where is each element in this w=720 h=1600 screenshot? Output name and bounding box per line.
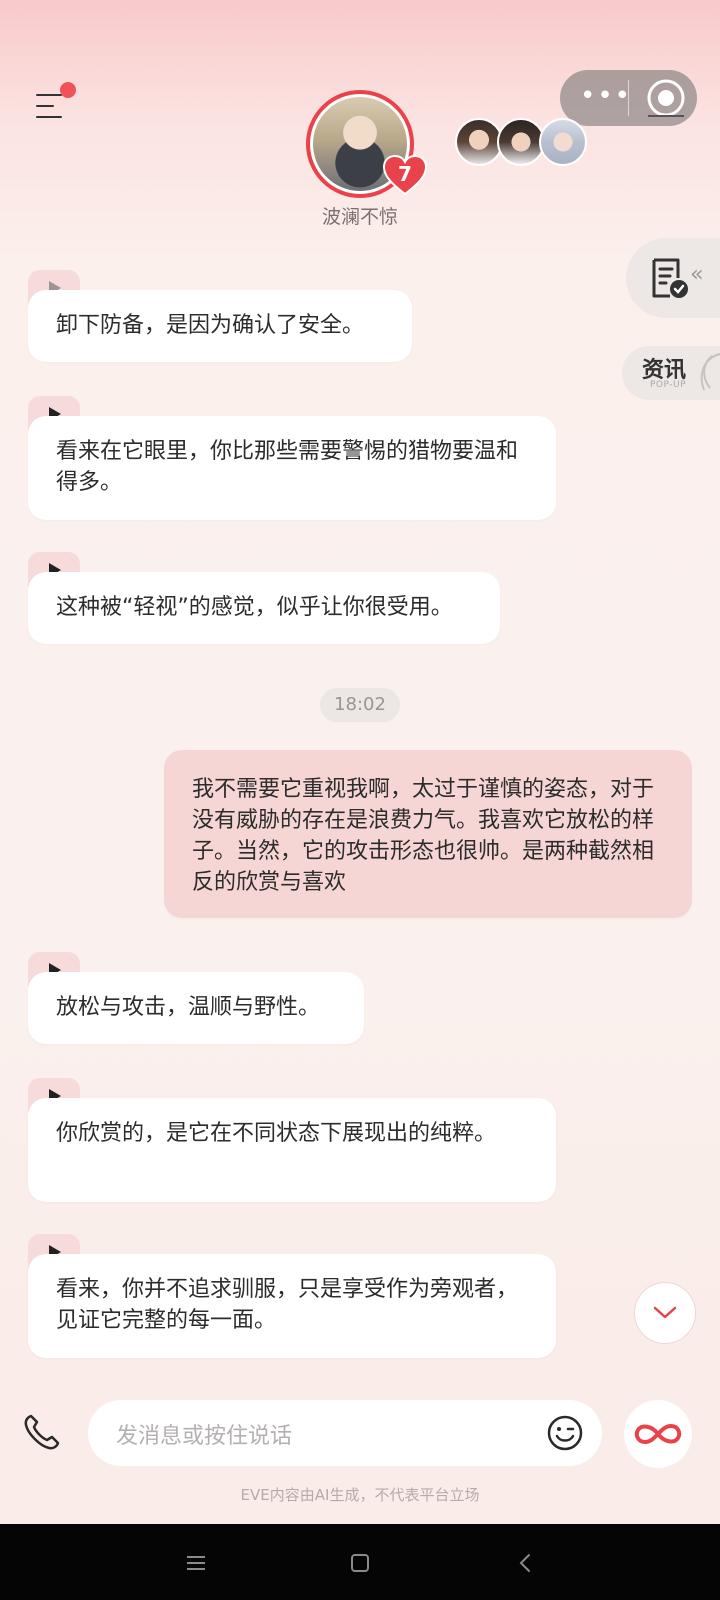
scroll-to-bottom-button[interactable]: [634, 1282, 696, 1344]
ai-message: 你欣赏的，是它在不同状态下展现出的纯粹。: [28, 1098, 556, 1202]
record-icon[interactable]: [644, 76, 688, 120]
message-text: 这种被“轻视”的感觉，似乎让你很受用。: [56, 595, 453, 620]
ai-message: 看来在它眼里，你比那些需要警惕的猎物要温和得多。: [28, 416, 556, 520]
message-text: 放松与攻击，温顺与野性。: [56, 995, 321, 1020]
news-sublabel: POP-UP: [650, 380, 687, 390]
message-text: 我不需要它重视我啊，太过于谨慎的姿态，对于没有威胁的存在是浪费力气。我喜欢它放松…: [192, 777, 655, 895]
companion-avatar[interactable]: [497, 118, 545, 166]
home-icon[interactable]: [348, 1552, 372, 1574]
ai-message: 放松与攻击，温顺与野性。: [28, 972, 364, 1044]
companion-avatar[interactable]: [539, 118, 587, 166]
ai-disclaimer: EVE内容由AI生成，不代表平台立场: [240, 1486, 480, 1504]
heart-level: 7: [398, 162, 412, 186]
phone-call-icon[interactable]: [22, 1412, 62, 1452]
recents-icon[interactable]: [184, 1552, 208, 1574]
ai-message: 这种被“轻视”的感觉，似乎让你很受用。: [28, 572, 500, 644]
user-message: 我不需要它重视我啊，太过于谨慎的姿态，对于没有威胁的存在是浪费力气。我喜欢它放松…: [164, 750, 692, 918]
message-text: 看来，你并不追求驯服，只是享受作为旁观者，见证它完整的每一面。: [56, 1277, 519, 1333]
ai-mode-button[interactable]: [624, 1400, 692, 1468]
emoji-icon[interactable]: [546, 1414, 584, 1452]
infinity-icon: [634, 1423, 682, 1445]
capsule-divider: [628, 80, 629, 116]
back-icon[interactable]: [514, 1552, 538, 1574]
message-text: 卸下防备，是因为确认了安全。: [56, 313, 365, 338]
memory-notes-button[interactable]: ‹‹: [626, 238, 720, 318]
companion-avatar[interactable]: [455, 118, 503, 166]
character-name: 波澜不惊: [321, 206, 398, 228]
menu-line: [36, 94, 62, 96]
swirl-icon: [700, 353, 720, 391]
chevrons-left-icon: ‹‹: [690, 262, 703, 287]
more-dots-icon[interactable]: •••: [580, 83, 630, 109]
document-check-icon: [652, 258, 688, 298]
character-avatar[interactable]: 7: [306, 90, 428, 198]
message-text: 你欣赏的，是它在不同状态下展现出的纯粹。: [56, 1121, 497, 1146]
menu-line: [36, 105, 54, 107]
input-placeholder: 发消息或按住说话: [116, 1424, 293, 1449]
mini-program-capsule: •••: [560, 70, 697, 126]
chevron-down-icon: [653, 1306, 677, 1319]
menu-button[interactable]: [30, 82, 76, 128]
timestamp: 18:02: [320, 688, 400, 722]
ai-message: 卸下防备，是因为确认了安全。: [28, 290, 412, 362]
news-popup-button[interactable]: 资讯 POP-UP: [622, 346, 720, 400]
message-text: 看来在它眼里，你比那些需要警惕的猎物要温和得多。: [56, 439, 519, 495]
notification-dot: [60, 82, 76, 98]
message-input[interactable]: 发消息或按住说话: [88, 1400, 602, 1466]
heart-level-badge: 7: [382, 154, 428, 196]
ai-message: 看来，你并不追求驯服，只是享受作为旁观者，见证它完整的每一面。: [28, 1254, 556, 1358]
menu-line: [36, 116, 62, 118]
system-navbar: [0, 1524, 720, 1600]
